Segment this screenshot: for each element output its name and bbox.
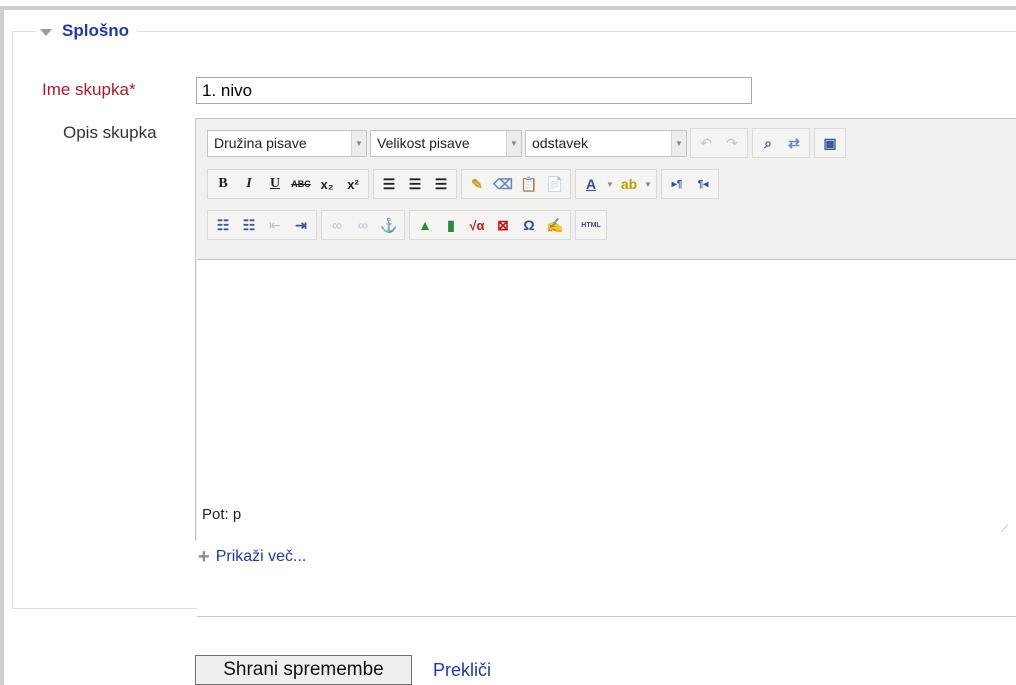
indent-icon[interactable]: ⇥ bbox=[288, 212, 314, 238]
redo-icon[interactable]: ↷ bbox=[719, 130, 745, 156]
chevron-down-icon: ▼ bbox=[506, 130, 521, 156]
chevron-down-icon[interactable]: ▼ bbox=[604, 171, 616, 197]
description-label: Opis skupka bbox=[63, 123, 157, 142]
history-group: ↶ ↷ bbox=[690, 128, 748, 158]
media-icon[interactable]: ▮ bbox=[438, 212, 464, 238]
editor-status-path[interactable]: Pot: p bbox=[202, 506, 241, 523]
format-select[interactable]: odstavek ▼ bbox=[525, 129, 687, 157]
equation-icon[interactable]: √α bbox=[464, 212, 490, 238]
superscript-icon[interactable]: x² bbox=[340, 171, 366, 197]
link-group: ∞ ∞ ⚓ bbox=[321, 210, 405, 240]
plus-icon: + bbox=[198, 546, 210, 568]
page-frame-top bbox=[0, 6, 1016, 10]
text-color-icon[interactable]: A bbox=[578, 171, 604, 197]
cancel-link[interactable]: Prekliči bbox=[433, 660, 491, 681]
fullscreen-group: ▣ bbox=[814, 128, 846, 158]
name-label: Ime skupka* bbox=[42, 80, 136, 100]
save-changes-button[interactable]: Shrani spremembe bbox=[195, 655, 412, 685]
editor-toolbar-row-2: B I U ABC x₂ x² ☰ ☰ ☰ ✎ ⌫ 📋 📄 A ▼ ab ▼ ▸… bbox=[207, 169, 723, 199]
html-source-icon[interactable]: HTML bbox=[578, 212, 604, 238]
insert-group: ▲ ▮ √α ⊠ Ω ✍ bbox=[409, 210, 571, 240]
chevron-down-icon[interactable]: ▼ bbox=[642, 171, 654, 197]
align-group: ☰ ☰ ☰ bbox=[373, 169, 457, 199]
rtl-icon[interactable]: ¶◂ bbox=[690, 171, 716, 197]
align-left-icon[interactable]: ☰ bbox=[376, 171, 402, 197]
format-value: odstavek bbox=[532, 135, 589, 151]
show-more-label[interactable]: Prikaži več... bbox=[216, 548, 307, 566]
direction-group: ▸¶ ¶◂ bbox=[661, 169, 719, 199]
chevron-down-icon: ▼ bbox=[351, 130, 366, 156]
text-style-group: B I U ABC x₂ x² bbox=[207, 169, 369, 199]
font-size-select[interactable]: Velikost pisave ▼ bbox=[370, 129, 522, 157]
bullet-list-icon[interactable]: ☷ bbox=[210, 212, 236, 238]
numbered-list-icon[interactable]: ☷ bbox=[236, 212, 262, 238]
required-asterisk: * bbox=[128, 80, 136, 99]
outdent-icon[interactable]: ⇤ bbox=[262, 212, 288, 238]
align-center-icon[interactable]: ☰ bbox=[402, 171, 428, 197]
section-legend[interactable]: Splošno bbox=[36, 19, 138, 43]
strikethrough-icon[interactable]: ABC bbox=[288, 171, 314, 197]
font-family-select[interactable]: Družina pisave ▼ bbox=[207, 129, 367, 157]
section-title[interactable]: Splošno bbox=[62, 21, 129, 41]
link-icon[interactable]: ∞ bbox=[324, 212, 350, 238]
underline-icon[interactable]: U bbox=[262, 171, 288, 197]
bold-icon[interactable]: B bbox=[210, 171, 236, 197]
unlink-icon[interactable]: ∞ bbox=[350, 212, 376, 238]
list-group: ☷ ☷ ⇤ ⇥ bbox=[207, 210, 317, 240]
rich-text-editor: Družina pisave ▼ Velikost pisave ▼ odsta… bbox=[195, 118, 1016, 617]
editor-toolbar-row-3: ☷ ☷ ⇤ ⇥ ∞ ∞ ⚓ ▲ ▮ √α ⊠ Ω ✍ HTML bbox=[207, 210, 611, 240]
font-family-value: Družina pisave bbox=[214, 135, 307, 151]
html-group: HTML bbox=[575, 210, 607, 240]
page-frame-left bbox=[0, 6, 4, 685]
anchor-icon[interactable]: ⚓ bbox=[376, 212, 402, 238]
image-icon[interactable]: ▲ bbox=[412, 212, 438, 238]
fullscreen-icon[interactable]: ▣ bbox=[817, 130, 843, 156]
replace-icon[interactable]: ⇄ bbox=[781, 130, 807, 156]
italic-icon[interactable]: I bbox=[236, 171, 262, 197]
color-group: A ▼ ab ▼ bbox=[575, 169, 657, 199]
highlight-color-icon[interactable]: ab bbox=[616, 171, 642, 197]
special-char-icon[interactable]: Ω bbox=[516, 212, 542, 238]
group-name-input[interactable] bbox=[196, 77, 752, 104]
resize-handle-icon[interactable]: ⟋ bbox=[1001, 524, 1013, 536]
editor-toolbar-row-1: Družina pisave ▼ Velikost pisave ▼ odsta… bbox=[207, 128, 850, 158]
nolink-icon[interactable]: ⊠ bbox=[490, 212, 516, 238]
paste-text-icon[interactable]: 📋 bbox=[516, 171, 542, 197]
align-right-icon[interactable]: ☰ bbox=[428, 171, 454, 197]
collapse-triangle-icon[interactable] bbox=[40, 28, 52, 36]
cleanup-brush-icon[interactable]: ✎ bbox=[464, 171, 490, 197]
spellcheck-icon[interactable]: ✍ bbox=[542, 212, 568, 238]
find-icon[interactable]: ⌕ bbox=[755, 130, 781, 156]
paste-word-icon[interactable]: 📄 bbox=[542, 171, 568, 197]
ltr-icon[interactable]: ▸¶ bbox=[664, 171, 690, 197]
search-group: ⌕ ⇄ bbox=[752, 128, 810, 158]
name-label-text: Ime skupka bbox=[42, 80, 129, 99]
clean-group: ✎ ⌫ 📋 📄 bbox=[461, 169, 571, 199]
subscript-icon[interactable]: x₂ bbox=[314, 171, 340, 197]
chevron-down-icon: ▼ bbox=[671, 130, 686, 156]
font-size-value: Velikost pisave bbox=[377, 135, 470, 151]
undo-icon[interactable]: ↶ bbox=[693, 130, 719, 156]
eraser-icon[interactable]: ⌫ bbox=[490, 171, 516, 197]
show-more-link[interactable]: + Prikaži več... bbox=[198, 546, 307, 568]
editor-content-area[interactable] bbox=[197, 259, 1016, 617]
